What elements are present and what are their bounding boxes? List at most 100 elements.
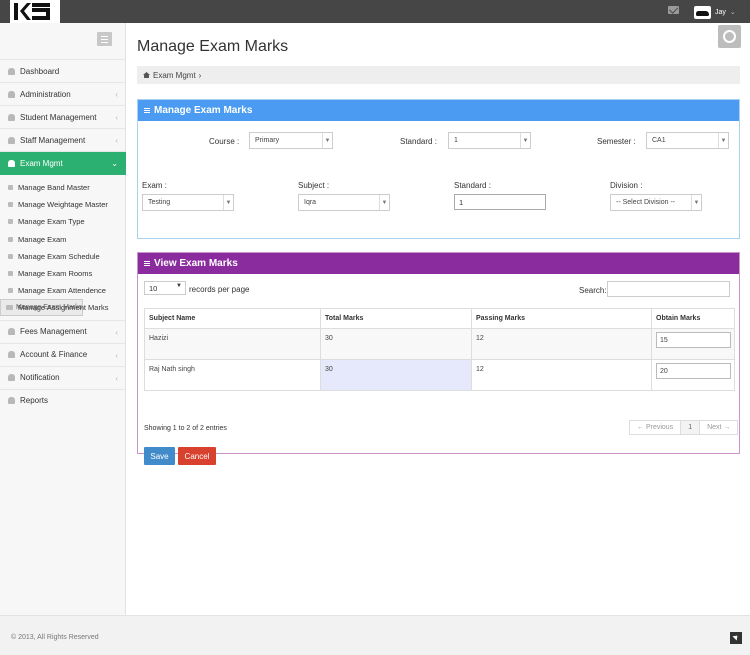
semester-label: Semester : (597, 137, 636, 146)
sidebar-toggle-button[interactable] (97, 32, 112, 46)
entries-info: Showing 1 to 2 of 2 entries (144, 425, 227, 432)
user-icon (8, 113, 15, 121)
chevron-left-icon: ‹ (115, 350, 118, 360)
search-label: Search: (579, 286, 607, 295)
column-header[interactable]: Total Marks (320, 308, 472, 329)
sidebar-item-dashboard[interactable]: Dashboard (0, 59, 126, 82)
semester-value: CA1 (652, 137, 666, 144)
subject-cell: Hazizi (144, 328, 321, 360)
user-menu[interactable]: Jay ⌄ (694, 4, 736, 20)
obtain-marks-input[interactable]: 15 (656, 332, 731, 348)
division-label: Division : (610, 181, 643, 190)
submenu-label: Manage Exam (18, 234, 67, 244)
mail-icon[interactable] (668, 6, 679, 14)
save-button[interactable]: Save (144, 447, 175, 465)
chevron-left-icon: ‹ (115, 113, 118, 122)
submenu-item-assignment-marks[interactable]: Manage Assignment Marks (0, 299, 126, 316)
chevron-left-icon: ‹ (115, 373, 118, 383)
standard-value: 1 (454, 137, 458, 144)
standard2-label: Standard : (454, 181, 491, 190)
bullet-icon (8, 288, 13, 294)
total-marks-cell: 30 (320, 359, 472, 391)
sidebar-item-account-finance[interactable]: Account & Finance ‹ (0, 342, 126, 366)
sidebar-item-label: Exam Mgmt (20, 159, 63, 168)
chevron-down-icon: ▼ (691, 195, 701, 210)
bullet-icon (8, 185, 13, 191)
list-icon (144, 260, 150, 267)
submenu-label: Manage Exam Schedule (18, 251, 100, 261)
pagination: ← Previous 1 Next → (629, 420, 739, 435)
subject-select[interactable]: Iqra ▼ (298, 194, 390, 211)
sidebar-item-label: Staff Management (20, 135, 86, 145)
submenu-label: Manage Weightage Master (18, 200, 108, 210)
sidebar-item-fees-management[interactable]: Fees Management ‹ (0, 319, 126, 343)
subject-value: Iqra (304, 199, 317, 206)
bullet-icon (8, 202, 13, 208)
table-row: Raj Nath singh 30 12 20 (144, 359, 735, 391)
semester-select[interactable]: CA1 ▼ (646, 132, 729, 149)
records-per-page-select[interactable]: 10 ▼ (144, 281, 186, 295)
logo[interactable] (10, 0, 60, 23)
submenu-item-exam-attendence[interactable]: Manage Exam Attendence (0, 282, 126, 299)
panel-header: Manage Exam Marks (138, 100, 739, 121)
next-button[interactable]: Next → (700, 421, 737, 434)
obtain-marks-input[interactable]: 20 (656, 363, 731, 379)
subject-cell: Raj Nath singh (144, 359, 321, 391)
submenu-label: Manage Exam Attendence (18, 286, 106, 296)
bullet-icon (8, 305, 13, 311)
marks-table: Subject Name Total Marks Passing Marks O… (144, 308, 735, 391)
user-name: Jay (715, 8, 726, 16)
search-input[interactable] (607, 281, 730, 297)
standard-input[interactable]: 1 (454, 194, 546, 210)
previous-button[interactable]: ← Previous (630, 421, 682, 434)
chevron-left-icon: ‹ (115, 327, 118, 337)
course-select[interactable]: Primary ▼ (249, 132, 333, 149)
submenu-item-exam[interactable]: Manage Exam (0, 231, 126, 248)
user-icon (8, 136, 15, 144)
filter-panel: Manage Exam Marks Course : Primary ▼ Sta… (137, 99, 740, 239)
user-icon (8, 160, 15, 167)
gear-icon[interactable] (718, 25, 741, 48)
table-row: Hazizi 30 12 15 (144, 328, 735, 360)
scroll-top-icon[interactable] (730, 632, 742, 644)
sidebar-submenu: Manage Band Master Manage Weightage Mast… (0, 175, 126, 320)
division-value: -- Select Division -- (616, 199, 676, 206)
sidebar-item-label: Reports (20, 396, 49, 405)
user-icon (8, 328, 15, 335)
breadcrumb-item[interactable]: Exam Mgmt (153, 71, 196, 80)
submenu-item-exam-type[interactable]: Manage Exam Type (0, 213, 126, 230)
sidebar-item-label: Dashboard (20, 66, 60, 76)
chevron-down-icon: ▼ (176, 283, 182, 289)
sidebar-item-student-management[interactable]: Student Management ‹ (0, 105, 126, 128)
marks-panel: View Exam Marks 10 ▼ records per page Se… (137, 252, 740, 465)
submenu-item-exam-schedule[interactable]: Manage Exam Schedule (0, 248, 126, 265)
records-per-page-value: 10 (149, 283, 158, 293)
sidebar-item-exam-mgmt[interactable]: Exam Mgmt ⌄ (0, 151, 126, 175)
passing-marks-cell: 12 (471, 328, 652, 360)
submenu-item-exam-rooms[interactable]: Manage Exam Rooms (0, 265, 126, 282)
cancel-button[interactable]: Cancel (178, 447, 216, 465)
column-header[interactable]: Obtain Marks (651, 308, 735, 329)
list-icon (144, 107, 150, 114)
chevron-down-icon: ⌄ (729, 9, 736, 16)
sidebar-item-label: Account & Finance (20, 350, 88, 359)
submenu-item-weightage-master[interactable]: Manage Weightage Master (0, 196, 126, 213)
sidebar-item-staff-management[interactable]: Staff Management ‹ (0, 128, 126, 151)
chevron-right-icon: › (198, 70, 202, 80)
home-icon[interactable] (143, 72, 150, 78)
exam-select[interactable]: Testing ▼ (142, 194, 234, 211)
sidebar-item-administration[interactable]: Administration ‹ (0, 82, 126, 105)
submenu-label: Manage Assignment Marks (18, 303, 109, 313)
sidebar-item-notification[interactable]: Notification ‹ (0, 365, 126, 389)
sidebar-menu: Dashboard Administration ‹ Student Manag… (0, 59, 126, 412)
user-icon (8, 351, 15, 358)
user-icon (8, 374, 15, 381)
sidebar-item-reports[interactable]: Reports (0, 388, 126, 412)
division-select[interactable]: -- Select Division -- ▼ (610, 194, 702, 211)
user-icon (8, 397, 15, 404)
standard-select[interactable]: 1 ▼ (448, 132, 531, 149)
submenu-item-band-master[interactable]: Manage Band Master (0, 179, 126, 196)
page-button[interactable]: 1 (681, 421, 701, 434)
column-header[interactable]: Subject Name (144, 308, 321, 329)
column-header[interactable]: Passing Marks (471, 308, 652, 329)
